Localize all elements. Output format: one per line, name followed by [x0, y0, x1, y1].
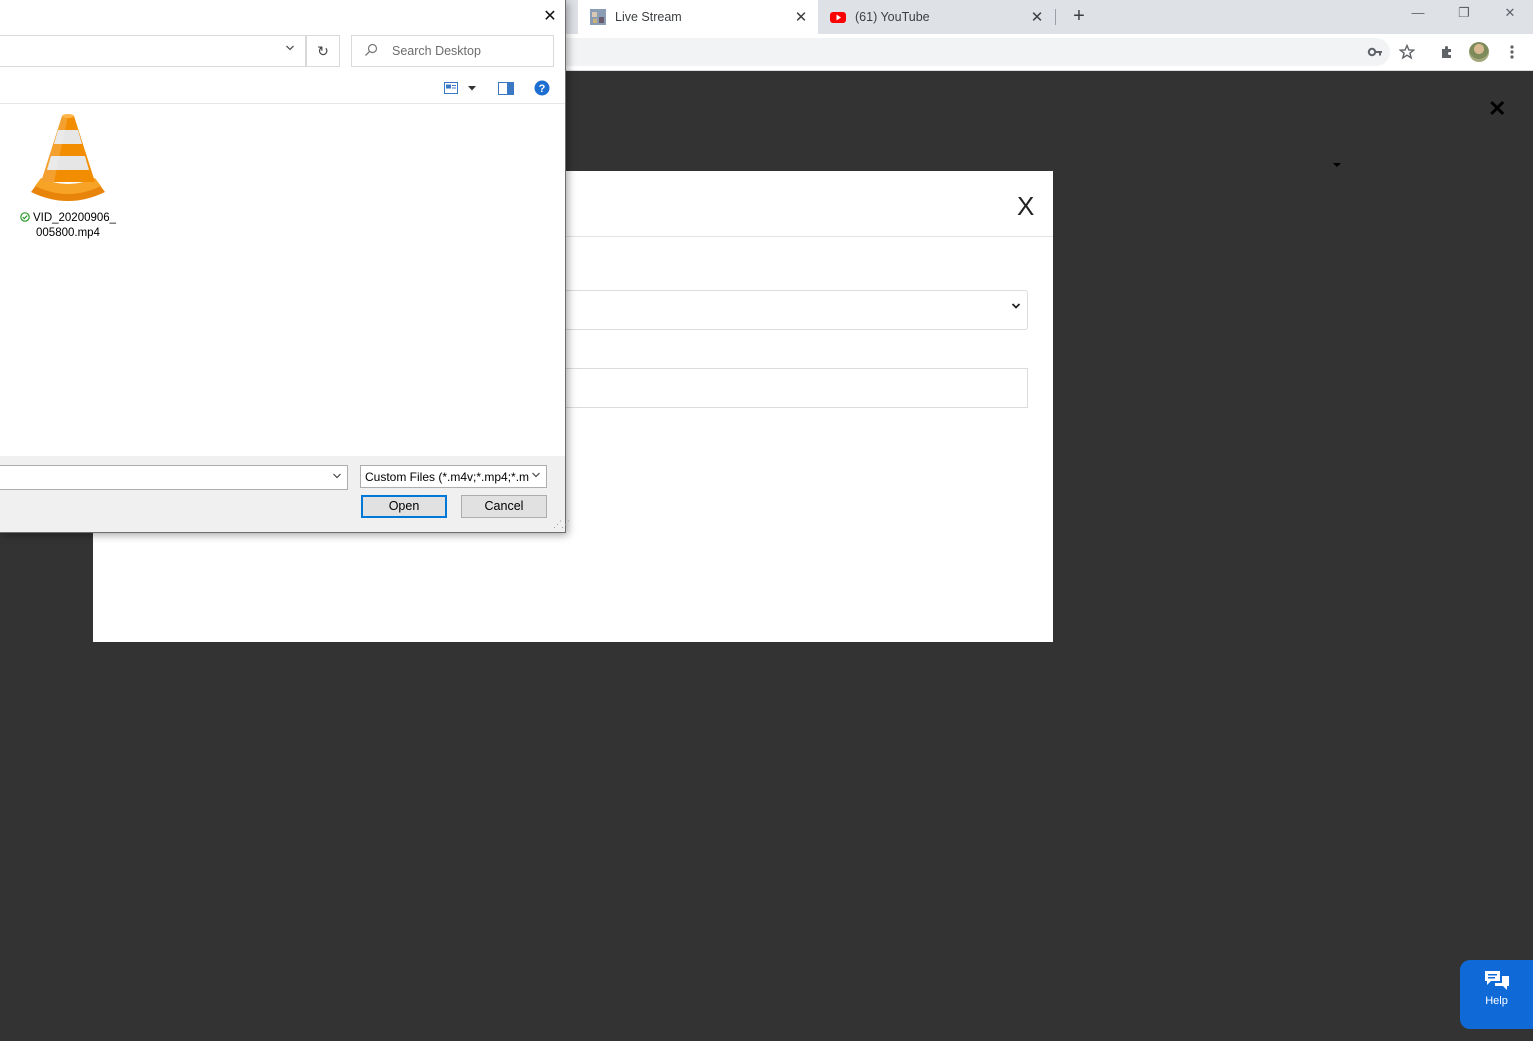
file-open-dialog: ✕ ↻ Search Desktop ? VID_20200906_ 00580…	[0, 0, 570, 533]
dialog-close-button[interactable]: ✕	[539, 6, 561, 26]
minimize-button[interactable]: —	[1403, 5, 1433, 25]
tab-youtube[interactable]: (61) YouTube ✕	[818, 0, 1054, 34]
star-icon[interactable]	[1397, 42, 1417, 62]
search-placeholder: Search Desktop	[392, 44, 481, 58]
view-options-chevron-icon[interactable]	[467, 80, 477, 96]
preview-pane-icon[interactable]	[498, 80, 514, 96]
sync-ok-icon	[20, 212, 33, 224]
tab-title: Live Stream	[615, 10, 682, 24]
file-name-input[interactable]	[0, 465, 348, 490]
new-tab-button[interactable]: +	[1068, 5, 1090, 27]
key-icon[interactable]	[1365, 42, 1385, 62]
change-view-icon[interactable]	[444, 80, 458, 96]
cancel-button[interactable]: Cancel	[461, 495, 547, 518]
chevron-down-icon	[529, 466, 543, 487]
chevron-down-icon	[1011, 300, 1021, 314]
dialog-command-bar: ?	[0, 73, 565, 104]
overlay-close-icon[interactable]: ✕	[1488, 96, 1506, 122]
help-icon[interactable]: ?	[534, 80, 550, 96]
svg-text:?: ?	[539, 83, 546, 95]
help-label: Help	[1485, 995, 1508, 1007]
live-stream-favicon	[590, 9, 606, 25]
chat-bubbles-icon	[1460, 968, 1533, 992]
chevron-down-icon[interactable]	[332, 471, 342, 484]
menu-icon[interactable]	[1502, 42, 1522, 62]
tab-live-stream[interactable]: Live Stream ✕	[578, 0, 818, 34]
vlc-cone-icon	[31, 114, 105, 201]
search-icon	[364, 43, 382, 60]
youtube-favicon	[830, 12, 846, 23]
resize-grip-icon[interactable]: ⋰⋰	[553, 519, 570, 530]
refresh-button[interactable]: ↻	[306, 35, 340, 67]
file-name-line2: 005800.mp4	[36, 227, 100, 239]
file-item[interactable]: VID_20200906_ 005800.mp4	[18, 112, 118, 241]
chevron-down-icon[interactable]	[285, 43, 295, 56]
search-input[interactable]: Search Desktop	[351, 35, 554, 67]
address-path-field[interactable]	[0, 35, 306, 67]
restore-button[interactable]: ❐	[1449, 5, 1479, 25]
dropdown-caret-icon[interactable]	[1333, 163, 1341, 167]
file-name-line1: VID_20200906_	[32, 212, 117, 224]
tab-separator	[1055, 9, 1056, 25]
help-widget-button[interactable]: Help	[1460, 960, 1533, 1029]
avatar[interactable]	[1469, 42, 1489, 62]
dialog-footer: Custom Files (*.m4v;*.mp4;*.m Open Cance…	[0, 456, 565, 532]
window-close-button[interactable]: ✕	[1495, 5, 1525, 25]
modal-close-button[interactable]: X	[1017, 191, 1034, 222]
filter-value: Custom Files (*.m4v;*.mp4;*.m	[365, 470, 530, 484]
tab-close-icon[interactable]: ✕	[1028, 8, 1046, 26]
file-list-area[interactable]: VID_20200906_ 005800.mp4	[0, 104, 565, 456]
tab-close-icon[interactable]: ✕	[792, 8, 810, 26]
open-button[interactable]: Open	[361, 495, 447, 518]
tab-title: (61) YouTube	[855, 10, 930, 24]
extensions-icon[interactable]	[1437, 42, 1457, 62]
file-name: VID_20200906_ 005800.mp4	[18, 211, 118, 241]
file-type-filter-select[interactable]: Custom Files (*.m4v;*.mp4;*.m	[360, 465, 547, 488]
